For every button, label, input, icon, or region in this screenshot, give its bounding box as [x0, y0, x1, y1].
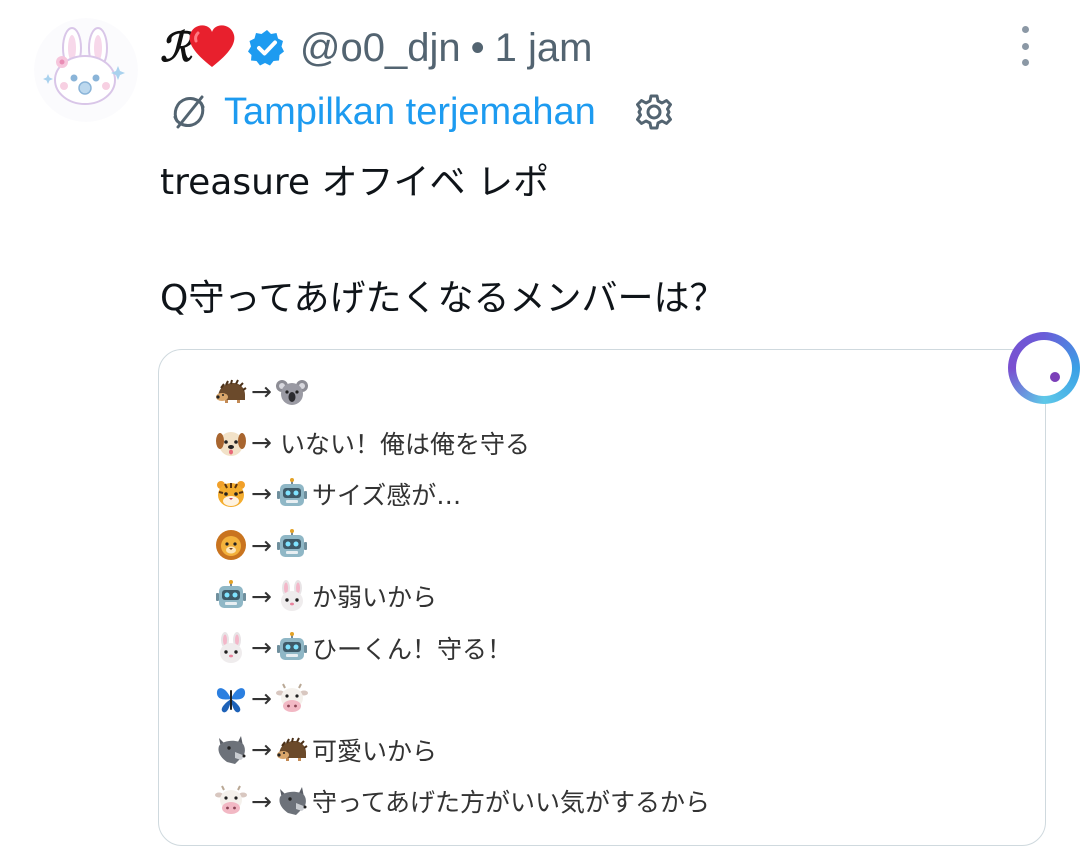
translate-icon [168, 91, 210, 133]
dog-icon [215, 427, 247, 459]
show-translation-link[interactable]: Tampilkan terjemahan [224, 91, 596, 134]
image-text-row: → [215, 366, 710, 417]
image-text-row: → 可愛いから [215, 724, 710, 775]
translate-row: Tampilkan terjemahan [168, 88, 674, 136]
butterfly-icon [215, 683, 247, 715]
timestamp[interactable]: 1 jam [495, 26, 593, 71]
arrow-text: → [251, 735, 272, 765]
attached-image[interactable]: → → いない！俺は俺を守る → サイズ感が… → → か弱いから → ひーくん！守る！ → → 可愛い… [158, 349, 1046, 846]
cow-icon [275, 683, 308, 715]
robot-icon [276, 529, 308, 561]
arrow-text: → [251, 684, 272, 714]
arrow-text: → [251, 530, 272, 560]
tweet-line: treasure オフイベ レポ [160, 162, 549, 203]
row-text: ひーくん！守る！ [311, 634, 512, 664]
koala-icon [275, 376, 308, 408]
floating-circle-dot [1050, 372, 1060, 382]
cow-icon [215, 785, 247, 817]
arrow-text: → [251, 581, 272, 611]
image-text-row: → [215, 673, 710, 724]
separator-dot: • [470, 25, 485, 70]
rabbit-icon [215, 631, 247, 664]
arrow-text: → [251, 428, 272, 458]
tweet-view: ℛ @o0_djn • 1 jam Tampilkan terjemahan t… [0, 0, 1080, 857]
robot-icon [276, 631, 308, 664]
row-text: 守ってあげた方がいい気がするから [311, 788, 710, 818]
arrow-text: → [251, 633, 272, 663]
row-text: か弱いから [311, 583, 437, 613]
wolf-icon [215, 734, 247, 766]
image-text-list: → → いない！俺は俺を守る → サイズ感が… → → か弱いから → ひーくん！守る！ → → 可愛い… [215, 366, 710, 827]
hedgehog-icon [276, 734, 308, 766]
avatar[interactable] [34, 18, 138, 122]
image-text-row: → [215, 520, 710, 571]
more-vertical-icon[interactable] [1012, 26, 1038, 66]
lion-icon [215, 529, 247, 561]
row-text: 可愛いから [311, 736, 437, 766]
image-text-row: → ひーくん！守る！ [215, 622, 710, 673]
heart-icon [186, 23, 238, 69]
image-text-row: → 守ってあげた方がいい気がするから [215, 776, 710, 827]
arrow-text: → [251, 377, 272, 407]
more-dot [1021, 26, 1029, 33]
image-text-row: → か弱いから [215, 571, 710, 622]
image-text-row: → いない！俺は俺を守る [215, 417, 710, 468]
image-text-row: → サイズ感が… [215, 468, 710, 519]
hedgehog-icon [215, 376, 247, 408]
verified-badge-icon [247, 29, 286, 67]
robot-icon [215, 580, 247, 612]
tweet-header: ℛ @o0_djn • 1 jam [160, 20, 592, 76]
tiger-icon [215, 478, 247, 510]
tweet-line: Q守ってあげたくなるメンバーは？ [160, 278, 726, 319]
more-dot [1021, 42, 1029, 50]
tweet-text: treasure オフイベ レポ Q守ってあげたくなるメンバーは？ [160, 154, 725, 328]
author-handle[interactable]: @o0_djn [300, 26, 461, 71]
rabbit-icon [276, 580, 308, 612]
wolf-icon [276, 785, 308, 817]
arrow-text: → [251, 479, 272, 509]
floating-circle-icon[interactable] [1008, 332, 1080, 404]
gear-icon[interactable] [634, 92, 674, 132]
row-text: サイズ感が… [311, 480, 462, 510]
robot-icon [276, 477, 308, 510]
more-dot [1021, 59, 1029, 66]
floating-circle-inner [1016, 340, 1072, 396]
row-text: いない！俺は俺を守る [279, 429, 530, 459]
arrow-text: → [251, 786, 272, 816]
